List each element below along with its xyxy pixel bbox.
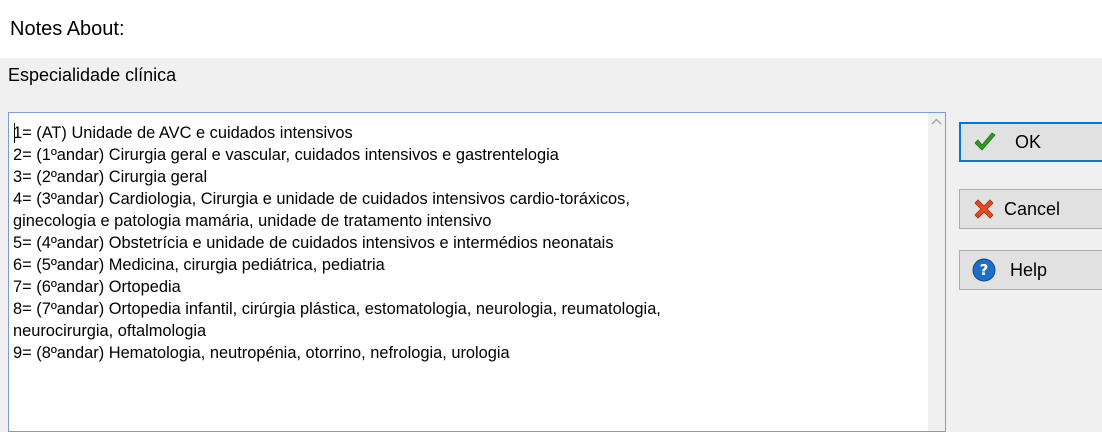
help-button-label: Help (1010, 259, 1048, 280)
cancel-button[interactable]: Cancel (959, 189, 1102, 229)
notes-text[interactable]: 1= (AT) Unidade de AVC e cuidados intens… (13, 122, 919, 364)
title-bar: Notes About: (0, 0, 1102, 58)
chevron-up-icon (931, 118, 942, 125)
text-caret (14, 123, 15, 143)
note-subject: Especialidade clínica (8, 65, 177, 85)
cancel-button-label: Cancel (1004, 198, 1061, 219)
checkmark-icon (974, 132, 996, 151)
svg-text:?: ? (980, 261, 989, 279)
vertical-scrollbar[interactable] (928, 113, 945, 431)
ok-button[interactable]: OK (959, 122, 1102, 162)
help-button[interactable]: ? Help (959, 250, 1102, 290)
cross-icon (974, 199, 994, 219)
ok-button-label: OK (1015, 131, 1042, 152)
dialog-title: Notes About: (10, 18, 125, 40)
help-icon: ? (972, 258, 996, 282)
notes-textarea[interactable]: 1= (AT) Unidade de AVC e cuidados intens… (8, 112, 946, 432)
scroll-up-button[interactable] (928, 113, 945, 130)
